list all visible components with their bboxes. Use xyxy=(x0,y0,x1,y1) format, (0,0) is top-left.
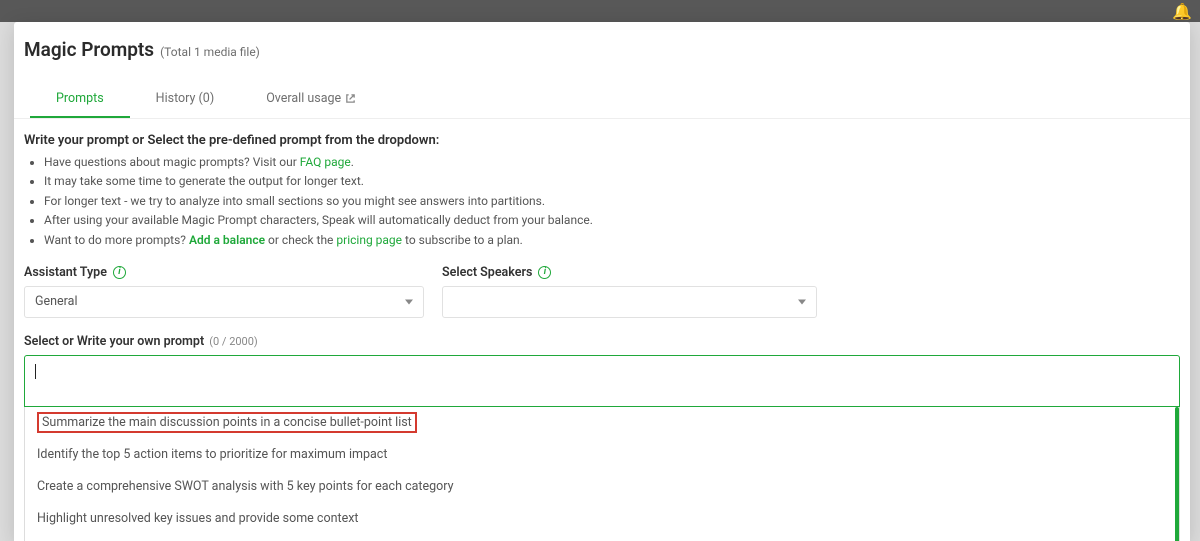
magic-prompts-modal: Magic Prompts (Total 1 media file) Promp… xyxy=(14,22,1190,541)
prompt-suggestion-item[interactable]: Create a comprehensive SWOT analysis wit… xyxy=(25,471,1179,503)
prompt-suggestions-dropdown: Summarize the main discussion points in … xyxy=(24,407,1180,541)
instruction-item: For longer text - we try to analyze into… xyxy=(44,193,1180,210)
info-icon[interactable] xyxy=(538,266,551,279)
highlighted-suggestion: Summarize the main discussion points in … xyxy=(37,412,417,433)
external-link-icon xyxy=(345,93,356,104)
assistant-type-select[interactable]: General xyxy=(24,286,424,318)
select-speakers-label: Select Speakers xyxy=(442,265,532,280)
instruction-item: Have questions about magic prompts? Visi… xyxy=(44,154,1180,171)
prompt-suggestion-item[interactable]: Identify the top 5 action items to prior… xyxy=(25,439,1179,471)
assistant-type-label: Assistant Type xyxy=(24,265,107,280)
tab-overall-usage[interactable]: Overall usage xyxy=(240,81,382,118)
prompt-input[interactable] xyxy=(24,355,1180,407)
topbar-shadow xyxy=(0,0,1200,22)
prompt-char-count: (0 / 2000) xyxy=(209,335,258,348)
tab-history[interactable]: History (0) xyxy=(130,81,241,118)
assistant-type-value: General xyxy=(35,294,78,309)
instruction-item: After using your available Magic Prompt … xyxy=(44,212,1180,229)
prompt-label: Select or Write your own prompt xyxy=(24,334,204,349)
add-balance-link[interactable]: Add a balance xyxy=(189,233,265,247)
prompt-suggestion-item[interactable]: Tell me what questions were asked xyxy=(25,535,1179,541)
prompt-suggestion-item[interactable]: Highlight unresolved key issues and prov… xyxy=(25,503,1179,535)
select-speakers-select[interactable] xyxy=(442,286,817,318)
text-cursor xyxy=(35,364,36,379)
select-speakers-field: Select Speakers xyxy=(442,265,817,318)
instructions-heading: Write your prompt or Select the pre-defi… xyxy=(24,133,1180,148)
modal-body: Write your prompt or Select the pre-defi… xyxy=(14,119,1190,541)
prompt-suggestion-item[interactable]: Summarize the main discussion points in … xyxy=(25,407,1179,439)
chevron-down-icon xyxy=(798,299,806,304)
pricing-page-link[interactable]: pricing page xyxy=(336,233,402,247)
chevron-down-icon xyxy=(405,299,413,304)
prompt-label-row: Select or Write your own prompt (0 / 200… xyxy=(24,334,1180,349)
modal-title: Magic Prompts xyxy=(24,38,154,61)
suggestions-scrollbar[interactable] xyxy=(1175,407,1179,541)
assistant-type-field: Assistant Type General xyxy=(24,265,424,318)
instructions-list: Have questions about magic prompts? Visi… xyxy=(24,154,1180,249)
tab-prompts[interactable]: Prompts xyxy=(30,81,130,118)
instruction-item: Want to do more prompts? Add a balance o… xyxy=(44,232,1180,249)
form-row: Assistant Type General Select Speakers xyxy=(24,265,1180,318)
instruction-item: It may take some time to generate the ou… xyxy=(44,173,1180,190)
modal-subtitle: (Total 1 media file) xyxy=(160,45,260,59)
notification-bell-icon[interactable]: 🔔 xyxy=(1172,2,1192,21)
tab-overall-usage-label: Overall usage xyxy=(266,91,341,106)
tab-bar: Prompts History (0) Overall usage xyxy=(14,81,1190,119)
info-icon[interactable] xyxy=(113,266,126,279)
modal-header: Magic Prompts (Total 1 media file) xyxy=(14,22,1190,75)
faq-page-link[interactable]: FAQ page xyxy=(300,155,351,169)
